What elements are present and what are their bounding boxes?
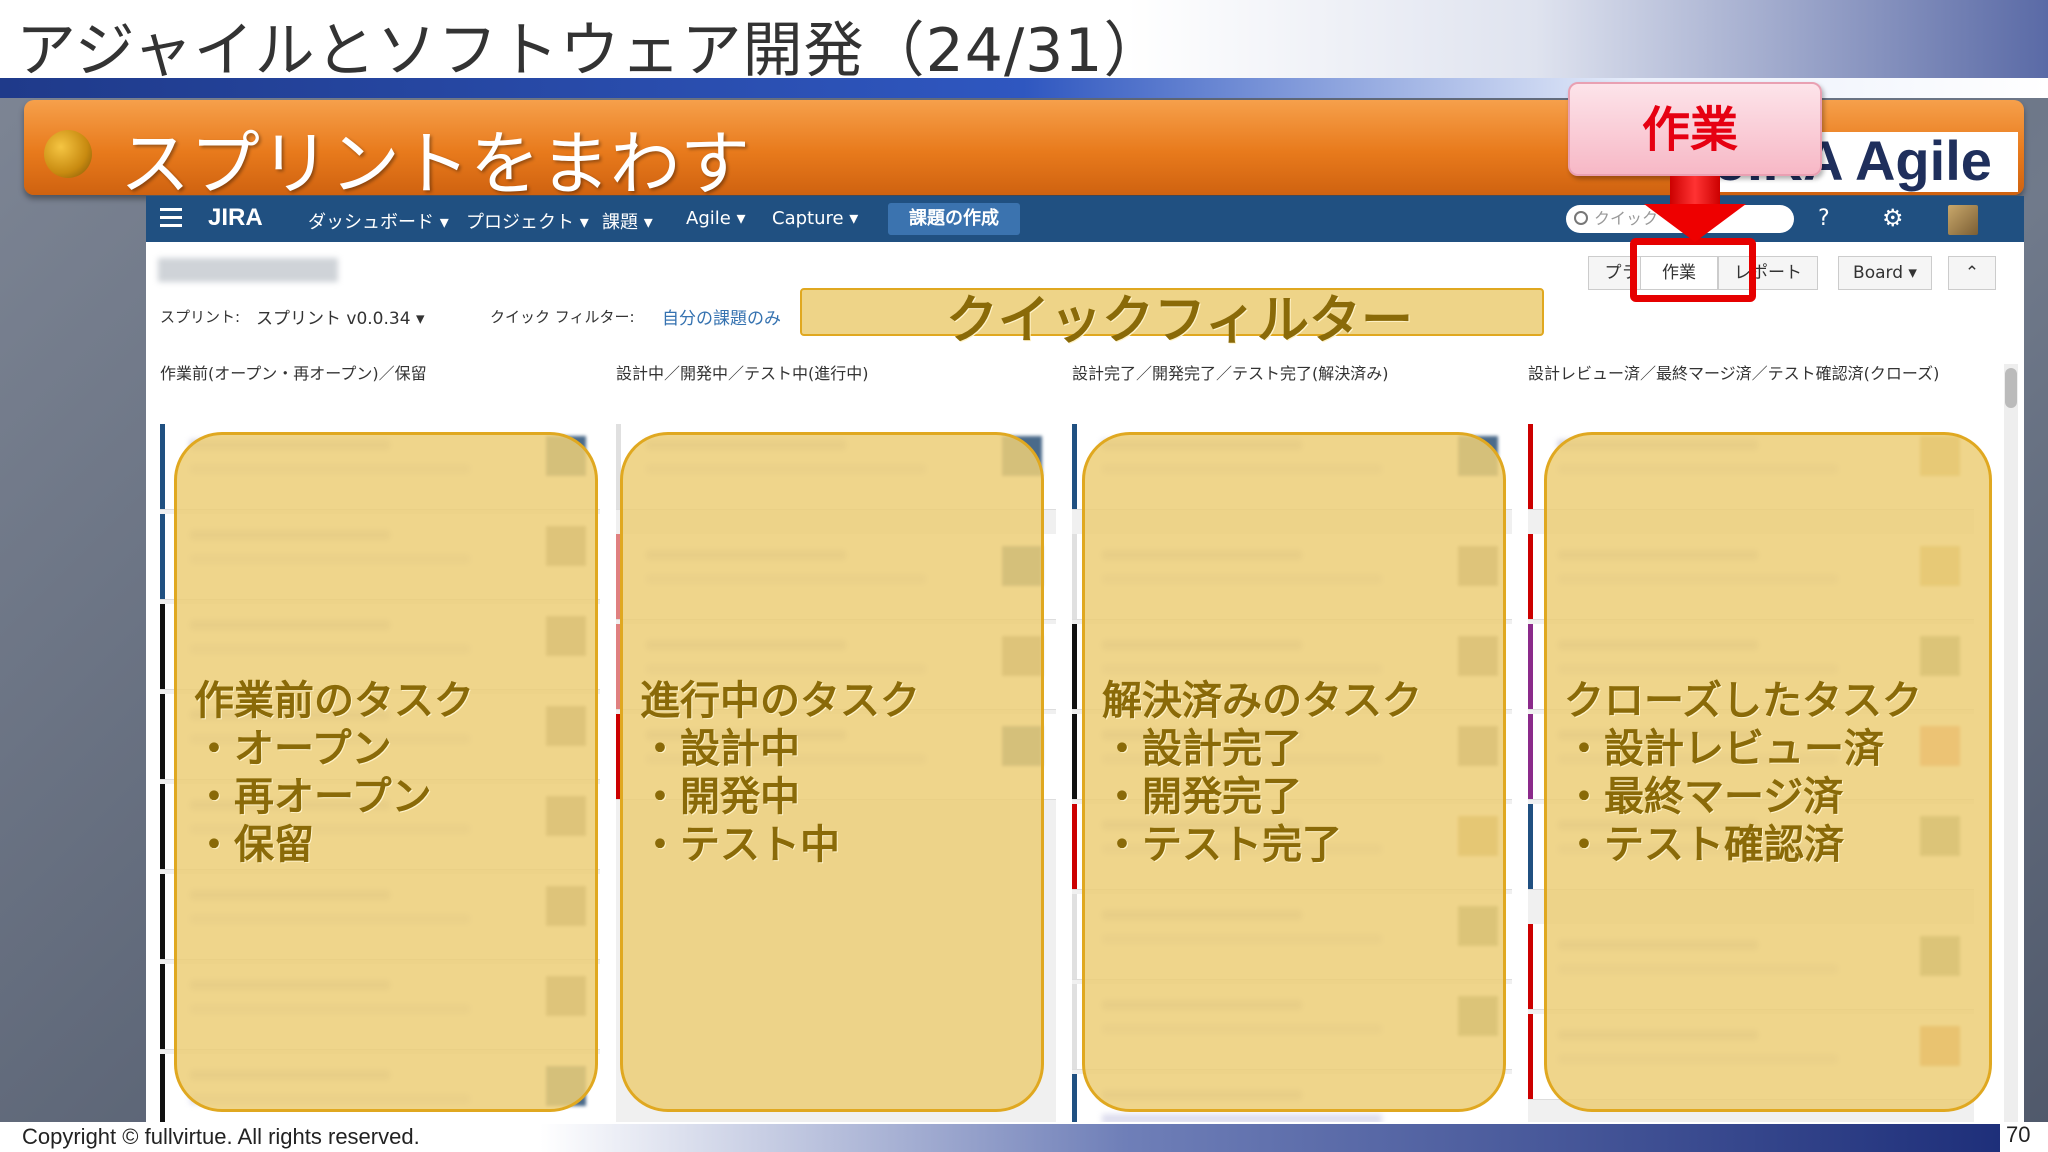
board-menu-button[interactable]: Board ▾ [1838, 256, 1932, 290]
nav-issues[interactable]: 課題 ▾ [602, 208, 653, 234]
copyright-text: Copyright © fullvirtue. All rights reser… [22, 1124, 420, 1149]
help-icon[interactable]: ? [1818, 206, 1830, 231]
column-header-in-progress: 設計中／開発中／テスト中(進行中) [616, 364, 869, 383]
nav-capture[interactable]: Capture ▾ [772, 208, 858, 229]
menu-icon[interactable] [160, 208, 182, 228]
collapse-icon[interactable]: ⌃ [1948, 256, 1996, 290]
nav-project[interactable]: プロジェクト ▾ [466, 208, 589, 234]
board-name-blurred [158, 258, 338, 282]
work-callout-text: 作業 [1642, 102, 1739, 158]
overlay-item: ・テスト確認済 [1564, 822, 1844, 868]
sprint-selector[interactable]: スプリント v0.0.34 ▾ [256, 304, 424, 329]
gear-icon[interactable]: ⚙ [1882, 204, 1904, 232]
column-header-closed: 設計レビュー済／最終マージ済／テスト確認済(クローズ) [1528, 364, 1940, 383]
jira-logo[interactable]: JIRA [208, 204, 263, 232]
search-icon [1574, 211, 1588, 225]
section-title: スプリントをまわす [120, 123, 750, 205]
quick-filter-callout: クイックフィルター [946, 291, 1413, 351]
column-header-resolved: 設計完了／開発完了／テスト完了(解決済み) [1072, 364, 1389, 383]
overlay-item: ・保留 [194, 822, 314, 868]
arrow-down-icon [1670, 176, 1720, 206]
bullet-icon [44, 130, 92, 178]
sprint-label: スプリント: [160, 308, 241, 326]
avatar[interactable] [1948, 205, 1978, 235]
overlay-item: ・テスト完了 [1102, 822, 1342, 868]
overlay-item: ・テスト中 [640, 822, 840, 868]
page-number: 70 [2000, 1122, 2037, 1148]
nav-agile[interactable]: Agile ▾ [686, 208, 746, 229]
column-header-todo: 作業前(オープン・再オープン)／保留 [160, 364, 427, 383]
scrollbar-thumb[interactable] [2005, 368, 2017, 408]
slide-title: アジャイルとソフトウェア開発（24/31） [16, 16, 1165, 86]
quick-filter-mine[interactable]: 自分の課題のみ [662, 304, 781, 329]
quick-filter-label: クイック フィルター: [490, 308, 635, 326]
nav-dashboard[interactable]: ダッシュボード ▾ [308, 208, 449, 234]
create-issue-button[interactable]: 課題の作成 [888, 203, 1020, 235]
work-mode-highlight [1630, 238, 1756, 302]
arrow-head-icon [1644, 204, 1746, 242]
footer-band [540, 1124, 2000, 1152]
board-scrollbar[interactable] [2004, 364, 2018, 1124]
